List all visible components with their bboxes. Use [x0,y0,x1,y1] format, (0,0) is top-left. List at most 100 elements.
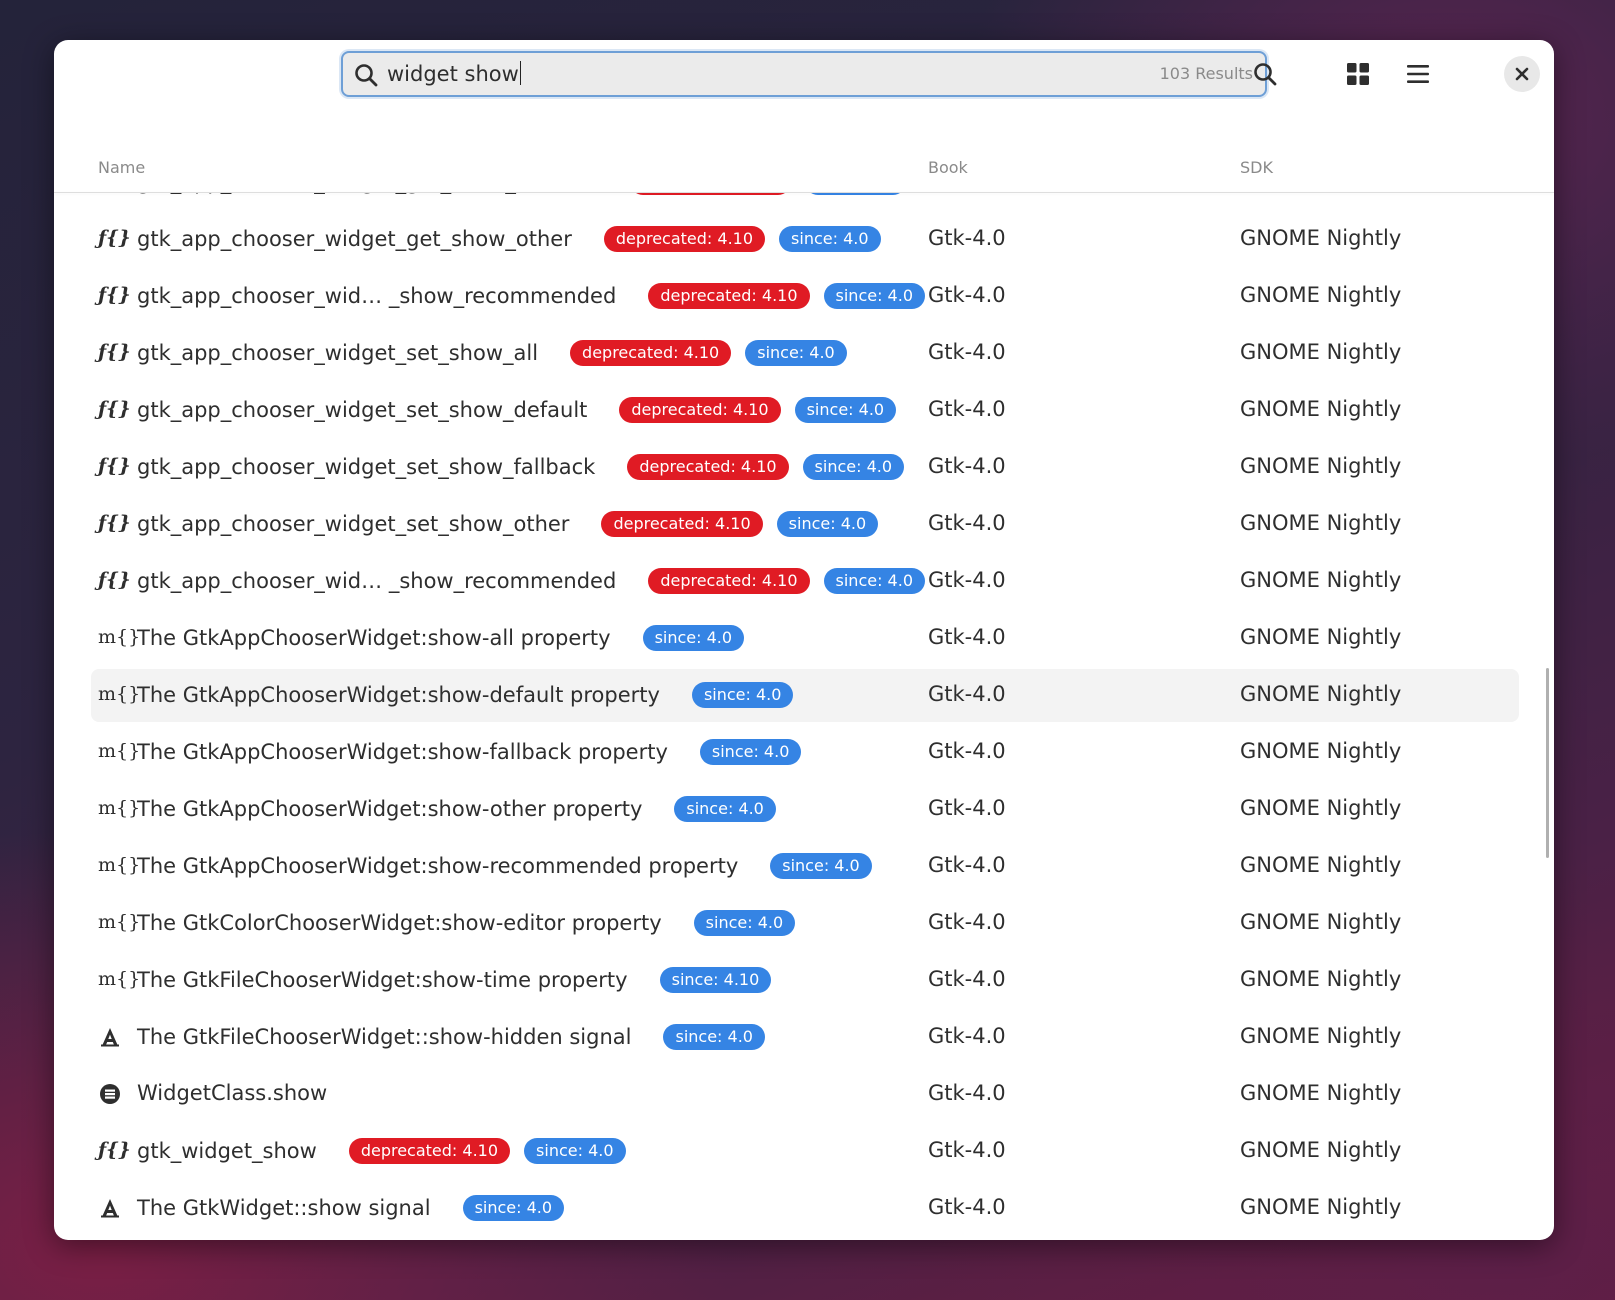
result-name: gtk_app_chooser_widget_set_show_all depre… [137,340,847,366]
search-button[interactable] [1247,56,1283,92]
result-row[interactable]: ƒ{} gtk_widget_show deprecated: 4.10 since:… [54,1123,1554,1180]
result-name-text: The GtkFileChooserWidget::show-hidden si… [137,1025,632,1049]
result-name-text: gtk_app_chooser_widget_get_show_fallback [137,193,598,194]
result-name-text: gtk_app_chooser_wid… _show_recommended [137,284,617,308]
deprecated-badge: deprecated: 4.10 [619,397,781,423]
header-separator [54,192,1554,193]
result-row[interactable]: WidgetClass.show Gtk-4.0 GNOME Nightly [54,1066,1554,1123]
close-button[interactable] [1504,56,1540,92]
result-row[interactable]: The GtkWidget::show signal since: 4.0 Gtk-… [54,1180,1554,1237]
result-name: The GtkAppChooserWidget:show-fallback pr… [137,739,802,765]
result-row[interactable]: ƒ{} gtk_app_chooser_widget_set_show_defau… [54,382,1554,439]
result-sdk: GNOME Nightly [1240,625,1402,649]
property-icon: m{} [98,968,141,990]
result-sdk: GNOME Nightly [1240,853,1402,877]
search-query[interactable]: widget show [387,62,519,86]
since-badge: since: 4.0 [693,910,796,936]
result-name-text: gtk_widget_show [137,1139,317,1163]
result-name: The GtkFileChooserWidget:show-time prope… [137,967,772,993]
result-sdk: GNOME Nightly [1240,511,1402,535]
result-row[interactable]: ƒ{} gtk_app_chooser_widget_set_show_all de… [54,325,1554,382]
since-badge: since: 4.0 [823,283,925,309]
results-list[interactable]: ƒ{} gtk_app_chooser_widget_get_show_fallb… [54,193,1554,1240]
result-sdk: GNOME Nightly [1240,397,1402,421]
since-badge: since: 4.0 [674,796,776,822]
deprecated-badge: deprecated: 4.10 [570,340,732,366]
result-sdk: GNOME Nightly [1240,910,1402,934]
result-book: Gtk-4.0 [928,1138,1006,1162]
result-name-text: The GtkAppChooserWidget:show-recommended… [137,854,739,878]
result-row[interactable]: m{} The GtkAppChooserWidget:show-fallback… [54,724,1554,781]
results-count: 103 Results [1159,64,1253,83]
function-icon: ƒ{} [98,341,131,363]
result-row[interactable]: m{} The GtkAppChooserWidget:show-default … [54,667,1554,724]
function-icon: ƒ{} [98,227,131,249]
property-icon: m{} [98,683,141,705]
deprecated-badge: deprecated: 4.10 [603,226,766,252]
result-sdk: GNOME Nightly [1240,1195,1402,1219]
since-badge: since: 4.0 [642,625,745,651]
since-badge: since: 4.0 [524,1138,626,1164]
search-entry[interactable]: widget show 103 Results [341,51,1267,97]
result-book: Gtk-4.0 [928,682,1006,706]
result-name: gtk_app_chooser_widget_get_show_fallback… [137,193,907,195]
since-badge: since: 4.0 [462,1195,565,1221]
result-name-text: gtk_app_chooser_widget_set_show_all [137,341,539,365]
result-name-text: WidgetClass.show [137,1081,328,1105]
result-name-text: gtk_app_chooser_widget_set_show_fallback [137,455,596,479]
main-menu-button[interactable] [1400,56,1436,92]
result-sdk: GNOME Nightly [1240,283,1402,307]
scrollbar[interactable] [1546,668,1549,858]
result-name: The GtkAppChooserWidget:show-all propert… [137,625,745,651]
column-header-name[interactable]: Name [98,158,145,177]
search-icon [1254,63,1277,86]
result-row[interactable]: ƒ{}gtk_widget_show ()GTK+ 3GNOME 45 [54,1237,1554,1240]
column-header-book[interactable]: Book [928,158,968,177]
result-row[interactable]: ƒ{} gtk_app_chooser_widget_set_show_fallb… [54,439,1554,496]
result-row[interactable]: ƒ{} gtk_app_chooser_widget_get_show_fallb… [54,193,1554,211]
result-row[interactable]: m{} The GtkAppChooserWidget:show-other pr… [54,781,1554,838]
deprecated-badge: deprecated: 4.10 [629,193,791,195]
grid-view-button[interactable] [1340,56,1376,92]
function-icon: ƒ{} [98,569,131,591]
since-badge: since: 4.0 [823,568,925,594]
result-row[interactable]: m{} The GtkFileChooserWidget:show-time pr… [54,952,1554,1009]
result-name-text: gtk_app_chooser_widget_get_show_other [137,227,572,251]
result-name: The GtkWidget::show signal since: 4.0 [137,1195,565,1221]
result-name-text: The GtkAppChooserWidget:show-fallback pr… [137,740,668,764]
result-name: gtk_widget_show deprecated: 4.10 since: 4.… [137,1138,626,1164]
result-book: Gtk-4.0 [928,853,1006,877]
property-icon: m{} [98,854,141,876]
result-name-text: gtk_app_chooser_widget_set_show_other [137,512,570,536]
result-sdk: GNOME Nightly [1240,967,1402,991]
since-badge: since: 4.0 [802,454,905,480]
result-name-text: The GtkWidget::show signal [137,1196,431,1220]
headerbar: widget show 103 Results [54,40,1554,118]
result-name-text: gtk_app_chooser_widget_set_show_default [137,398,588,422]
result-row[interactable]: ƒ{} gtk_app_chooser_wid… _show_recommende… [54,553,1554,610]
property-icon: m{} [98,911,141,933]
result-row[interactable]: m{} The GtkAppChooserWidget:show-recommen… [54,838,1554,895]
result-sdk: GNOME Nightly [1240,1024,1402,1048]
result-row[interactable]: ƒ{} gtk_app_chooser_widget_get_show_other… [54,211,1554,268]
result-row[interactable]: m{} The GtkColorChooserWidget:show-editor… [54,895,1554,952]
result-row[interactable]: ƒ{} gtk_app_chooser_widget_set_show_other… [54,496,1554,553]
result-row[interactable]: The GtkFileChooserWidget::show-hidden si… [54,1009,1554,1066]
result-name-text: gtk_app_chooser_wid… _show_recommended [137,569,617,593]
since-badge: since: 4.0 [776,511,879,537]
function-icon: ƒ{} [98,455,131,477]
column-header-sdk[interactable]: SDK [1240,158,1273,177]
result-sdk: GNOME Nightly [1240,568,1402,592]
result-sdk: GNOME Nightly [1240,739,1402,763]
result-book: Gtk-4.0 [928,397,1006,421]
property-icon: m{} [98,626,141,648]
result-name-text: The GtkColorChooserWidget:show-editor pr… [137,911,662,935]
result-row[interactable]: ƒ{} gtk_app_chooser_wid… _show_recommende… [54,268,1554,325]
result-book: Gtk-4.0 [928,511,1006,535]
result-row[interactable]: m{} The GtkAppChooserWidget:show-all prop… [54,610,1554,667]
result-name: gtk_app_chooser_widget_set_show_other dep… [137,511,879,537]
property-icon: m{} [98,740,141,762]
result-name: The GtkAppChooserWidget:show-recommended… [137,853,872,879]
result-name-text: The GtkAppChooserWidget:show-other prope… [137,797,643,821]
result-sdk: GNOME Nightly [1240,454,1402,478]
